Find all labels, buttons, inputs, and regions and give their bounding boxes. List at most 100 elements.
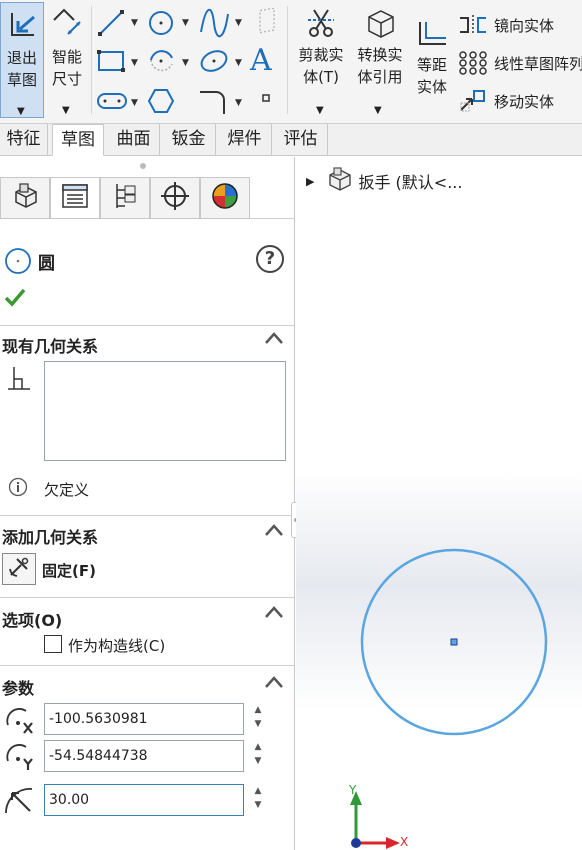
tab-dimxpert-manager[interactable] (150, 177, 200, 219)
mirror-entities-button[interactable]: 镜向实体 (458, 12, 554, 38)
triad-x-arrow (386, 837, 400, 849)
radius-spinner[interactable]: ▲ ▼ (250, 784, 266, 816)
smart-dimension-icon (52, 8, 84, 46)
smart-dimension-label: 智能 尺寸 (51, 48, 82, 88)
trim-entities-label: 剪裁实 体(T) (298, 46, 344, 86)
spline-tool[interactable] (198, 8, 232, 40)
slot-dropdown-icon[interactable]: ▼ (131, 98, 138, 108)
anchor-icon (7, 555, 31, 583)
linear-pattern-button[interactable]: 线性草图阵列 (458, 50, 582, 76)
text-icon: A (250, 43, 272, 78)
center-x-spinner[interactable]: ▲ ▼ (250, 703, 266, 735)
fillet-tool[interactable] (198, 86, 232, 118)
smart-dimension-button[interactable]: 智能 尺寸 ▼ (46, 2, 88, 118)
graphics-area[interactable]: ▶ 扳手 (默认<... Y X (296, 157, 582, 850)
circle-icon (146, 11, 176, 42)
tab-display-manager[interactable] (200, 177, 250, 219)
parameters-header[interactable]: 参数 (2, 675, 34, 699)
point-icon (258, 94, 274, 110)
options-header[interactable]: 选项(O) (2, 607, 62, 631)
convert-entities-button[interactable]: 转换实 体引用 ▼ (352, 4, 408, 120)
ellipse-tool[interactable] (198, 46, 232, 78)
tab-sketch[interactable]: 草图 (52, 124, 104, 156)
convert-entities-label: 转换实 体引用 (357, 46, 403, 86)
help-button[interactable]: ? (256, 245, 284, 273)
rectangle-tool[interactable] (96, 46, 130, 78)
polygon-tool[interactable] (146, 86, 180, 118)
tab-property-manager[interactable] (50, 177, 100, 219)
existing-relations-list[interactable] (44, 361, 286, 461)
circle-center-point[interactable] (450, 638, 458, 646)
move-icon (458, 89, 488, 113)
command-manager-ribbon: 退出 草图 ▼ 智能 尺寸 ▼ ▼ ▼ ▼ ▼ ▼ ▼ A ▼ ▼ 剪裁实 体(… (0, 0, 582, 124)
ok-button[interactable] (4, 287, 26, 311)
convert-dropdown-icon[interactable]: ▼ (374, 100, 382, 122)
tab-weldments[interactable]: 焊件 (218, 124, 272, 156)
center-x-input[interactable]: -100.5630981 (44, 703, 244, 735)
spline-dropdown-icon[interactable]: ▼ (235, 18, 242, 28)
line-dropdown-icon[interactable]: ▼ (131, 18, 138, 28)
line-tool[interactable] (96, 8, 130, 40)
slot-icon (96, 93, 128, 120)
exit-sketch-dropdown-icon[interactable]: ▼ (17, 101, 25, 123)
offset-entities-button[interactable]: 等距 实体 (410, 4, 454, 120)
panel-grip[interactable] (140, 163, 146, 169)
exit-sketch-label: 退出 草图 (6, 49, 37, 89)
arc-tool[interactable] (146, 46, 180, 78)
scissors-icon (306, 8, 336, 46)
construction-label[interactable]: 作为构造线(C) (68, 635, 165, 656)
fillet-icon (198, 91, 230, 120)
appearance-sphere-icon (210, 181, 240, 215)
center-y-spinner[interactable]: ▲ ▼ (250, 740, 266, 772)
center-y-icon (4, 741, 36, 775)
collapse-options-icon[interactable] (264, 605, 284, 623)
property-manager-panel: 圆 ? 现有几何关系 欠定义 添加几何关系 固定(F) 选项(O) 作为构造线(… (0, 157, 295, 850)
tab-sheet-metal[interactable]: 钣金 (162, 124, 216, 156)
fix-relation-button[interactable] (2, 553, 36, 585)
manager-tabs (0, 177, 295, 219)
text-tool[interactable]: A (250, 43, 284, 78)
collapse-parameters-icon[interactable] (264, 675, 284, 693)
slot-tool[interactable] (96, 86, 130, 118)
tab-features[interactable]: 特征 (0, 124, 48, 156)
tab-configuration-manager[interactable] (100, 177, 150, 219)
dashed-rect-icon (252, 7, 280, 42)
center-x-icon (4, 705, 36, 739)
existing-relations-header[interactable]: 现有几何关系 (2, 333, 98, 357)
center-y-input[interactable]: -54.54844738 (44, 740, 244, 772)
circle-tool[interactable] (146, 8, 180, 40)
construction-checkbox[interactable] (44, 635, 62, 653)
collapse-existing-relations-icon[interactable] (264, 331, 284, 349)
tab-evaluate[interactable]: 评估 (274, 124, 328, 156)
divider (0, 597, 294, 598)
ribbon-separator (287, 6, 288, 114)
rectangle-dropdown-icon[interactable]: ▼ (131, 58, 138, 68)
page-title: 圆 (38, 254, 55, 274)
collapse-add-relations-icon[interactable] (264, 523, 284, 541)
ellipse-dropdown-icon[interactable]: ▼ (235, 58, 242, 68)
part-icon (10, 182, 40, 214)
divider (0, 665, 294, 666)
tab-feature-manager[interactable] (0, 177, 50, 219)
trim-entities-button[interactable]: 剪裁实 体(T) ▼ (294, 4, 348, 120)
linear-pattern-label: 线性草图阵列 (494, 54, 582, 73)
trim-dropdown-icon[interactable]: ▼ (316, 100, 324, 122)
smart-dimension-dropdown-icon[interactable]: ▼ (62, 100, 70, 122)
sketch-fillet-tool[interactable] (252, 7, 286, 42)
command-tabs: 特征 草图 曲面 钣金 焊件 评估 (0, 124, 582, 156)
spline-icon (198, 8, 230, 42)
property-list-icon (61, 183, 89, 213)
offset-icon (416, 20, 448, 56)
circle-entity-icon (4, 247, 32, 279)
fix-relation-label[interactable]: 固定(F) (42, 560, 96, 581)
tab-surfaces[interactable]: 曲面 (108, 124, 160, 156)
move-entities-button[interactable]: 移动实体 (458, 88, 554, 114)
radius-input[interactable]: 30.00 (44, 784, 244, 816)
add-relations-header[interactable]: 添加几何关系 (2, 524, 98, 548)
fillet-dropdown-icon[interactable]: ▼ (235, 98, 242, 108)
circle-dropdown-icon[interactable]: ▼ (182, 18, 189, 28)
exit-sketch-button[interactable]: 退出 草图 ▼ (0, 2, 44, 118)
arc-dropdown-icon[interactable]: ▼ (182, 58, 189, 68)
linear-pattern-icon (458, 51, 488, 75)
point-tool[interactable] (258, 90, 274, 106)
